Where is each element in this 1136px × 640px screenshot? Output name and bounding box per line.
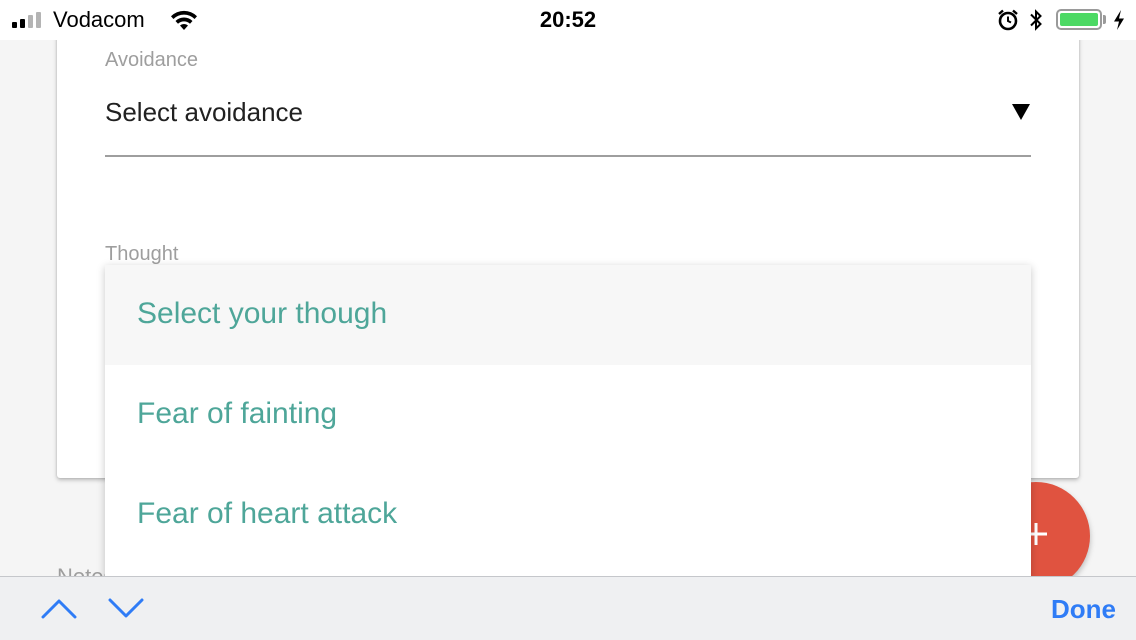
- thought-option[interactable]: Fear of fainting: [105, 365, 1031, 465]
- alarm-icon: [998, 9, 1018, 31]
- thought-option-label: Fear of fainting: [137, 397, 338, 430]
- thought-label: Thought: [105, 243, 179, 265]
- battery-nub: [1103, 15, 1106, 24]
- thought-option[interactable]: Fear of heart attack: [105, 465, 1031, 565]
- thought-option[interactable]: Select your though: [105, 265, 1031, 365]
- thought-option-label: Fear of heart attack: [137, 497, 398, 530]
- dropdown-arrow-icon[interactable]: [1012, 104, 1030, 120]
- battery-icon: [1056, 9, 1102, 30]
- done-button[interactable]: Done: [1000, 593, 1116, 625]
- thought-option-label: Select your though: [137, 297, 388, 330]
- thought-dropdown-menu: Select your though Fear of fainting Fear…: [105, 265, 1031, 585]
- avoidance-select-underline: [105, 155, 1031, 157]
- chevron-up-icon[interactable]: [41, 597, 77, 619]
- status-bar: Vodacom 20:52: [0, 0, 1136, 40]
- keyboard-accessory-bar: Done: [0, 576, 1136, 640]
- chevron-down-icon[interactable]: [108, 597, 144, 619]
- avoidance-label: Avoidance: [105, 49, 199, 71]
- avoidance-select[interactable]: Select avoidance: [105, 96, 303, 128]
- charging-icon: [1114, 10, 1124, 30]
- app-screen: Vodacom 20:52 Avoidance Select avoidance: [0, 0, 1136, 640]
- clock: 20:52: [539, 7, 597, 32]
- bluetooth-icon: [1030, 9, 1042, 31]
